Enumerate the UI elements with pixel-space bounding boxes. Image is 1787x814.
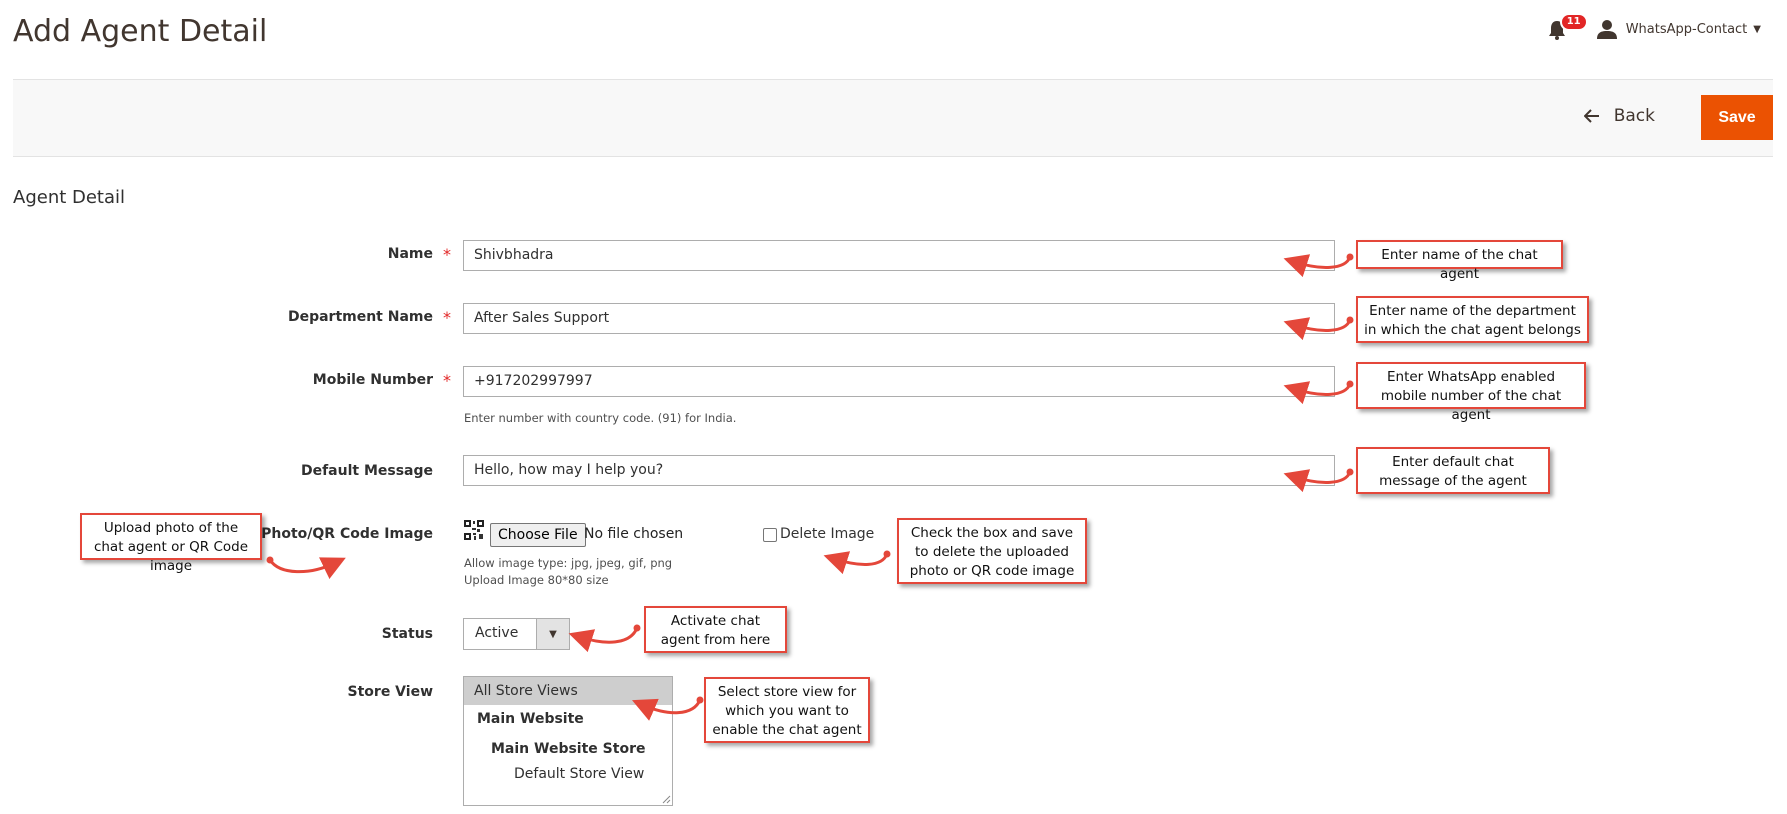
arrow-name	[1283, 254, 1352, 278]
arrow-department	[1283, 317, 1352, 341]
arrow-delete	[823, 551, 889, 575]
arrow-message	[1283, 469, 1352, 493]
arrow-upload	[268, 557, 346, 580]
arrow-mobile	[1283, 381, 1352, 405]
arrow-store	[632, 698, 702, 721]
arrow-status	[568, 627, 639, 653]
callout-arrows	[266, 253, 1354, 721]
